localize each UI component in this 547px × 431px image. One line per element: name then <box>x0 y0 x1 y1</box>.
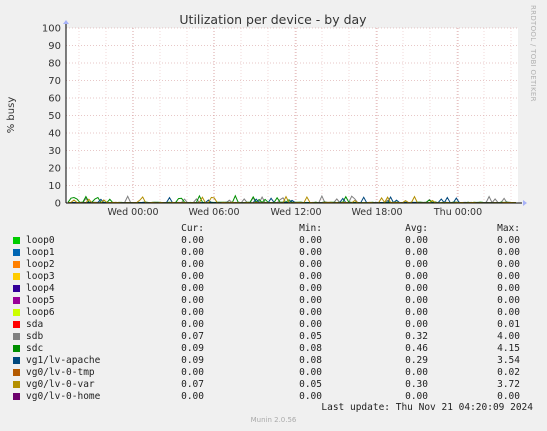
y-tick-label: 20 <box>48 164 61 175</box>
y-tick-label: 10 <box>48 181 61 192</box>
y-tick-label: 50 <box>48 111 61 122</box>
y-tick-label: 100 <box>42 24 61 35</box>
x-tick-label: Thu 00:00 <box>433 207 482 218</box>
y-tick-label: 90 <box>48 41 61 52</box>
y-axis-label: % busy <box>6 97 17 134</box>
x-tick-label: Wed 06:00 <box>188 207 239 218</box>
y-tick-label: 70 <box>48 76 61 87</box>
munin-version: Munin 2.0.56 <box>250 416 297 424</box>
last-update: Last update: Thu Nov 21 04:20:09 2024 <box>321 402 533 413</box>
y-axis-arrow <box>63 20 69 24</box>
y-tick-label: 0 <box>55 199 61 210</box>
y-tick-label: 80 <box>48 59 61 70</box>
x-tick-label: Wed 00:00 <box>107 207 158 218</box>
chart-title: Utilization per device - by day <box>179 12 367 27</box>
y-tick-label: 60 <box>48 94 61 105</box>
y-tick-label: 30 <box>48 146 61 157</box>
x-axis-arrow <box>523 200 527 206</box>
rrdtool-credit: RRDTOOL / TOBI OETIKER <box>529 5 537 102</box>
x-tick-label: Wed 18:00 <box>351 207 402 218</box>
chart: Utilization per device - by day 0 10 20 30 40… <box>6 12 527 218</box>
x-tick-label: Wed 12:00 <box>270 207 321 218</box>
y-tick-label: 40 <box>48 129 61 140</box>
